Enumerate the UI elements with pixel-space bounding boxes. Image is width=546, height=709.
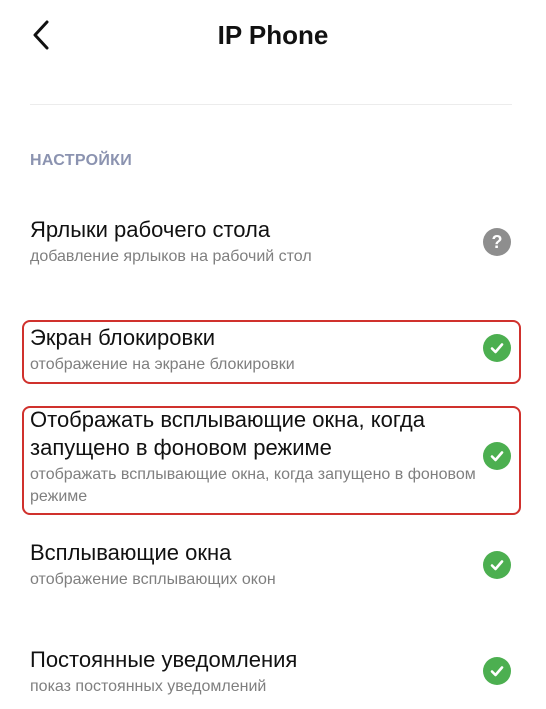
section-label: НАСТРОЙКИ — [30, 152, 133, 169]
header-divider — [30, 104, 512, 105]
setting-item-persistent-notifications[interactable]: Постоянные уведомления показ постоянных … — [30, 646, 512, 702]
question-icon[interactable]: ? — [483, 228, 511, 256]
check-icon[interactable] — [483, 551, 511, 579]
setting-subtitle: отображение на экране блокировки — [30, 356, 295, 373]
app-header: IP Phone — [0, 0, 546, 70]
page-title: IP Phone — [217, 20, 329, 50]
setting-subtitle: отображать всплывающие окна, когда запущ… — [30, 466, 476, 505]
setting-subtitle: показ постоянных уведомлений — [30, 678, 267, 695]
setting-subtitle: отображение всплывающих окон — [30, 571, 276, 588]
setting-item-lock-screen[interactable]: Экран блокировки отображение на экране б… — [30, 324, 512, 380]
setting-item-popup-windows[interactable]: Всплывающие окна отображение всплывающих… — [30, 539, 512, 595]
setting-title: Постоянные уведомления — [30, 647, 298, 672]
check-icon[interactable] — [483, 657, 511, 685]
setting-title: Экран блокировки — [30, 325, 216, 350]
check-icon[interactable] — [483, 442, 511, 470]
setting-subtitle: добавление ярлыков на рабочий стол — [30, 248, 312, 265]
check-icon[interactable] — [483, 334, 511, 362]
setting-item-background-popups[interactable]: Отображать всплывающие окна, когда запущ… — [30, 406, 512, 512]
setting-title: Отображать всплывающие окна, когда запущ… — [30, 407, 425, 460]
setting-title: Ярлыки рабочего стола — [30, 217, 271, 242]
setting-item-desktop-shortcuts[interactable]: Ярлыки рабочего стола добавление ярлыков… — [30, 216, 512, 276]
setting-title: Всплывающие окна — [30, 540, 232, 565]
